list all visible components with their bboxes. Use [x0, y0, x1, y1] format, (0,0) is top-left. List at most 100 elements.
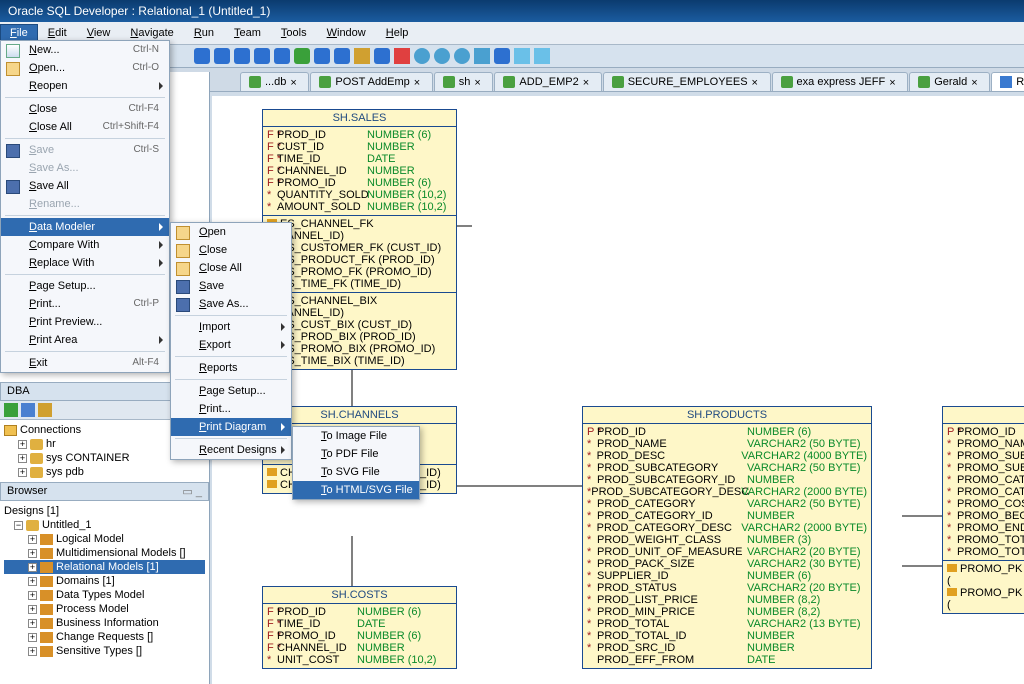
menu-item[interactable]: Print...Ctrl-P [1, 295, 169, 313]
editor-tab[interactable]: SECURE_EMPLOYEES× [603, 72, 771, 91]
menu-item[interactable]: Close All [171, 259, 291, 277]
tree-item[interactable]: +Domains [1] [4, 574, 205, 588]
editor-tab[interactable]: Relational_1 (Untitled_1)× [991, 72, 1024, 91]
menu-item[interactable]: CloseCtrl-F4 [1, 100, 169, 118]
close-icon[interactable]: × [583, 77, 593, 87]
tree-item[interactable]: +Data Types Model [4, 588, 205, 602]
expand-icon[interactable]: + [18, 440, 27, 449]
toolbar-icon[interactable] [374, 48, 390, 64]
refresh-icon[interactable] [21, 403, 35, 417]
menu-item[interactable]: New...Ctrl-N [1, 41, 169, 59]
collapse-icon[interactable]: − [14, 521, 23, 530]
menu-item[interactable]: Save As... [171, 295, 291, 313]
tree-item[interactable]: +Process Model [4, 602, 205, 616]
tree-item[interactable]: −Untitled_1 [4, 518, 205, 532]
menu-item[interactable]: Recent Designs [171, 441, 291, 459]
menu-item[interactable]: Print Area [1, 331, 169, 349]
toolbar-icon[interactable] [214, 48, 230, 64]
menu-team[interactable]: Team [224, 24, 271, 42]
expand-icon[interactable]: + [28, 577, 37, 586]
editor-tab[interactable]: POST AddEmp× [310, 72, 432, 91]
menu-item[interactable]: To HTML/SVG File [293, 481, 419, 499]
browser-panel-header[interactable]: Browser▭ _ [0, 482, 209, 501]
editor-tab[interactable]: exa express JEFF× [772, 72, 909, 91]
menu-item[interactable]: Compare With [1, 236, 169, 254]
add-icon[interactable] [4, 403, 18, 417]
menu-item[interactable]: Save [171, 277, 291, 295]
toolbar-delete-icon[interactable] [394, 48, 410, 64]
tree-item[interactable]: +Relational Models [1] [4, 560, 205, 574]
tree-item[interactable]: +Logical Model [4, 532, 205, 546]
menu-item[interactable]: Save All [1, 177, 169, 195]
toolbar-icon[interactable] [314, 48, 330, 64]
menu-tools[interactable]: Tools [271, 24, 317, 42]
menu-item[interactable]: Reopen [1, 77, 169, 95]
menu-item[interactable]: Close AllCtrl+Shift-F4 [1, 118, 169, 136]
toolbar-icon[interactable] [274, 48, 290, 64]
menu-item[interactable]: To SVG File [293, 463, 419, 481]
menu-item[interactable]: Page Setup... [1, 277, 169, 295]
close-icon[interactable]: × [889, 77, 899, 87]
expand-icon[interactable]: + [18, 468, 27, 477]
toolbar-icon[interactable] [234, 48, 250, 64]
toolbar-icon[interactable] [194, 48, 210, 64]
tree-item[interactable]: Designs [1] [4, 504, 205, 518]
expand-icon[interactable]: + [28, 605, 37, 614]
expand-icon[interactable]: + [28, 563, 37, 572]
menu-item[interactable]: Print Preview... [1, 313, 169, 331]
toolbar-zoom-out-icon[interactable] [454, 48, 470, 64]
menu-help[interactable]: Help [376, 24, 419, 42]
menu-item[interactable]: Print Diagram [171, 418, 291, 436]
toolbar-zoom-in-icon[interactable] [434, 48, 450, 64]
filter-icon[interactable] [38, 403, 52, 417]
entity-products[interactable]: SH.PRODUCTS P *PROD_IDNUMBER (6) *PROD_N… [582, 406, 872, 669]
tree-item[interactable]: +Business Information [4, 616, 205, 630]
toolbar-icon[interactable] [294, 48, 310, 64]
menu-item[interactable]: Export [171, 336, 291, 354]
menu-item[interactable]: Page Setup... [171, 382, 291, 400]
expand-icon[interactable]: + [28, 549, 37, 558]
toolbar-icon[interactable] [354, 48, 370, 64]
tree-item[interactable]: +Change Requests [] [4, 630, 205, 644]
expand-icon[interactable]: + [28, 535, 37, 544]
close-icon[interactable]: × [414, 77, 424, 87]
toolbar-icon[interactable] [334, 48, 350, 64]
expand-icon[interactable]: + [28, 619, 37, 628]
toolbar-back-icon[interactable] [514, 48, 530, 64]
close-icon[interactable]: × [971, 77, 981, 87]
menu-item[interactable]: To Image File [293, 427, 419, 445]
toolbar-forward-icon[interactable] [534, 48, 550, 64]
editor-tab[interactable]: sh× [434, 72, 494, 91]
menu-item[interactable]: Data Modeler [1, 218, 169, 236]
expand-icon[interactable]: + [28, 633, 37, 642]
menu-item[interactable]: Close [171, 241, 291, 259]
entity-promo[interactable]: P *PROMO_ID *PROMO_NAM *PROMO_SUB *PROMO… [942, 406, 1024, 614]
close-icon[interactable]: × [752, 77, 762, 87]
diagram-canvas[interactable]: SH.SALES F *PROD_IDNUMBER (6)F *CUST_IDN… [212, 96, 1024, 684]
toolbar-refresh-icon[interactable] [414, 48, 430, 64]
tree-item[interactable]: +sys pdb [4, 465, 205, 479]
menu-item[interactable]: Replace With [1, 254, 169, 272]
menu-run[interactable]: Run [184, 24, 224, 42]
close-icon[interactable]: × [290, 77, 300, 87]
menu-window[interactable]: Window [317, 24, 376, 42]
menu-item[interactable]: Print... [171, 400, 291, 418]
editor-tab[interactable]: ...db× [240, 72, 309, 91]
toolbar-icon[interactable] [494, 48, 510, 64]
toolbar-icon[interactable] [254, 48, 270, 64]
menu-item[interactable]: Import [171, 318, 291, 336]
menu-item[interactable]: Open...Ctrl-O [1, 59, 169, 77]
expand-icon[interactable]: + [18, 454, 27, 463]
tree-item[interactable]: +Sensitive Types [] [4, 644, 205, 658]
menu-item[interactable]: Reports [171, 359, 291, 377]
menu-item[interactable]: ExitAlt-F4 [1, 354, 169, 372]
expand-icon[interactable]: + [28, 591, 37, 600]
close-icon[interactable]: × [474, 77, 484, 87]
entity-costs[interactable]: SH.COSTS F *PROD_IDNUMBER (6)F *TIME_IDD… [262, 586, 457, 669]
menu-item[interactable]: To PDF File [293, 445, 419, 463]
tree-item[interactable]: +Multidimensional Models [] [4, 546, 205, 560]
expand-icon[interactable]: + [28, 647, 37, 656]
editor-tab[interactable]: Gerald× [909, 72, 990, 91]
toolbar-fit-icon[interactable] [474, 48, 490, 64]
editor-tab[interactable]: ADD_EMP2× [494, 72, 601, 91]
